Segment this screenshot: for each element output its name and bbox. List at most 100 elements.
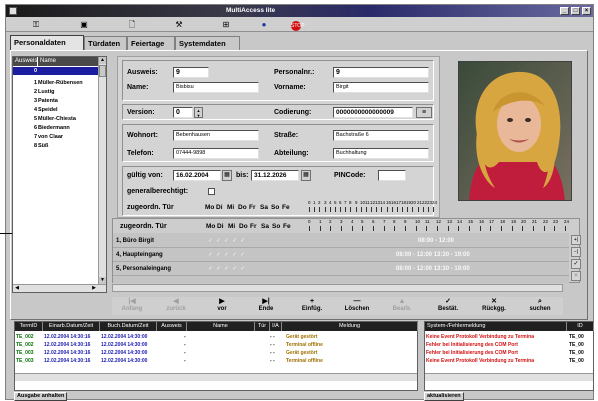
list-item-name: von Claar bbox=[38, 134, 64, 140]
anfang-button[interactable]: |◀ Anfang bbox=[112, 297, 152, 315]
new-doc-icon[interactable]: 🗋 bbox=[126, 19, 138, 30]
list-item[interactable]: 4 Speidel bbox=[13, 106, 99, 114]
tab-feiertage[interactable]: Feiertage bbox=[127, 36, 175, 50]
einfuegen-button[interactable]: + Einfüg. bbox=[292, 297, 332, 315]
list-header-ausweis[interactable]: Ausweis bbox=[13, 57, 37, 66]
version-spinner-icon[interactable]: ▲ ▼ bbox=[194, 107, 203, 118]
wohnort-field[interactable]: Bebenhausen bbox=[173, 130, 259, 141]
hour-label: 2 bbox=[318, 200, 321, 205]
zurueck-button[interactable]: ◀ zurück bbox=[156, 297, 196, 315]
suchen-button[interactable]: ⌕ suchen bbox=[520, 297, 560, 315]
version-field[interactable]: 0 bbox=[173, 107, 193, 118]
ende-button[interactable]: ▶| Ende bbox=[246, 297, 286, 315]
col-einarb[interactable]: Einarb.Datum/Zeit bbox=[43, 322, 100, 331]
keys-icon[interactable]: ⚿ bbox=[30, 19, 42, 30]
generalberechtigt-checkbox[interactable] bbox=[208, 188, 215, 195]
add-row-icon[interactable]: +| bbox=[571, 235, 581, 245]
cell-ausweis: - bbox=[184, 342, 186, 348]
save-icon[interactable]: ▣ bbox=[78, 19, 90, 30]
calendar-icon[interactable]: ▦ bbox=[301, 170, 311, 181]
cell-ia: - - bbox=[270, 334, 275, 340]
rueckgaengig-button[interactable]: ✕ Rückgg. bbox=[474, 297, 514, 315]
close-button[interactable]: × bbox=[582, 7, 591, 15]
scroll-down-icon[interactable]: ▼ bbox=[99, 277, 106, 284]
bearbeiten-button[interactable]: ▲ Bearb. bbox=[382, 297, 422, 315]
bis-field[interactable]: 31.12.2026 bbox=[251, 170, 299, 181]
list-scrollbar-horizontal[interactable]: ◀ ▶ bbox=[13, 284, 106, 292]
door-row[interactable]: 1, Büro Birgit ✓✓✓✓✓ 08:00 - 12:00 bbox=[113, 235, 569, 248]
door-row[interactable]: 4, Haupteingang ✓✓✓✓✓ 08:00 - 12:00 13:3… bbox=[113, 249, 569, 262]
list-item-nr: 4 bbox=[33, 107, 37, 113]
day-checks[interactable]: ✓✓✓✓✓ bbox=[208, 237, 288, 246]
scroll-right-icon[interactable]: ▶ bbox=[90, 285, 98, 292]
list-item[interactable]: 2 Lustig bbox=[13, 88, 99, 96]
list-item[interactable]: 5 Müller-Chiesta bbox=[13, 115, 99, 123]
scroll-left-icon[interactable]: ◀ bbox=[13, 285, 21, 292]
tab-systemdaten[interactable]: Systemdaten bbox=[175, 36, 240, 50]
generalberechtigt-label: generalberechtigt: bbox=[127, 188, 189, 195]
col-tuer[interactable]: Tür bbox=[255, 322, 270, 331]
calendar-icon[interactable]: ▦ bbox=[222, 170, 232, 181]
tab-personaldaten[interactable]: Personaldaten bbox=[10, 35, 84, 50]
syslog-scrollbar-horizontal[interactable] bbox=[425, 373, 593, 381]
log-scrollbar-horizontal[interactable] bbox=[15, 373, 417, 381]
cell-message: Keine Event Protokoll Verbindung zu Term… bbox=[426, 358, 534, 364]
col-meldung[interactable]: Meldung bbox=[282, 322, 418, 331]
aktualisieren-button[interactable]: aktualisieren bbox=[424, 392, 464, 401]
col-ausweis[interactable]: Ausweis bbox=[157, 322, 187, 331]
list-item[interactable]: 6 Biedermann bbox=[13, 124, 99, 132]
day-checks[interactable]: ✓✓✓✓✓ bbox=[208, 251, 288, 260]
name-field[interactable]: Bisbisu bbox=[173, 82, 259, 93]
col-systemmeldung[interactable]: System-/Fehlermeldung bbox=[425, 322, 567, 331]
network-icon[interactable]: ⊞ bbox=[220, 19, 232, 30]
scroll-thumb[interactable] bbox=[99, 65, 106, 77]
list-header-name[interactable]: Name bbox=[38, 57, 99, 66]
list-item[interactable]: 1 Müller-Rübensen bbox=[13, 79, 99, 87]
grid-scrollbar-horizontal[interactable] bbox=[112, 284, 563, 292]
bestaetigen-button[interactable]: ✓ Bestät. bbox=[428, 297, 468, 315]
day-checks[interactable]: ✓✓✓✓✓ bbox=[208, 265, 288, 274]
list-scrollbar-vertical[interactable]: ▲ ▼ bbox=[98, 57, 106, 292]
col-termid[interactable]: TermID bbox=[15, 322, 43, 331]
check-icon[interactable]: ✓ bbox=[571, 259, 581, 269]
list-item[interactable]: 8 Süß bbox=[13, 142, 99, 150]
tab-tuerdaten[interactable]: Türdaten bbox=[84, 36, 127, 50]
vorname-field[interactable]: Birgit bbox=[333, 82, 429, 93]
list-item[interactable]: 7 von Claar bbox=[13, 133, 99, 141]
strasse-field[interactable]: Bachstraße 6 bbox=[333, 130, 429, 141]
telefon-field[interactable]: 07444-9898 bbox=[173, 148, 259, 159]
globe-icon[interactable]: ● bbox=[258, 19, 270, 30]
list-item[interactable]: 3 Patenta bbox=[13, 97, 99, 105]
abteilung-field[interactable]: Buchhaltung bbox=[333, 148, 429, 159]
loeschen-button[interactable]: — Löschen bbox=[337, 297, 377, 315]
tools-icon[interactable]: ⚒ bbox=[173, 19, 185, 30]
ausgabe-anhalten-button[interactable]: Ausgabe anhalten bbox=[14, 392, 68, 401]
minimize-button[interactable]: _ bbox=[560, 7, 569, 15]
remove-row-icon[interactable]: −| bbox=[571, 247, 581, 257]
col-name[interactable]: Name bbox=[187, 322, 255, 331]
stop-icon[interactable]: STOP bbox=[290, 19, 305, 31]
ausweis-field[interactable]: 9 bbox=[173, 67, 209, 78]
encoder-icon[interactable]: ≡ bbox=[416, 107, 432, 118]
list-item-selected[interactable]: 0 bbox=[13, 67, 99, 75]
col-ia[interactable]: I/A bbox=[270, 322, 282, 331]
personalnr-field[interactable]: 9 bbox=[333, 67, 429, 78]
codierung-field[interactable]: 0000000000000009 bbox=[333, 107, 413, 118]
hour-tick bbox=[314, 207, 315, 212]
maximize-button[interactable]: □ bbox=[571, 7, 580, 15]
gueltig-von-field[interactable]: 16.02.2004 bbox=[173, 170, 221, 181]
col-id[interactable]: ID bbox=[567, 322, 594, 331]
cancel-icon[interactable]: ✕ bbox=[571, 271, 581, 281]
vor-button[interactable]: ▶ vor bbox=[202, 297, 242, 315]
scroll-up-icon[interactable]: ▲ bbox=[99, 57, 106, 64]
col-buch[interactable]: Buch.Datum/Zeit bbox=[100, 322, 157, 331]
bearbeiten-label: Bearb. bbox=[392, 306, 412, 312]
door-row[interactable]: 5, Personaleingang ✓✓✓✓✓ 08:00 - 12:00 1… bbox=[113, 263, 569, 276]
system-log: System-/Fehlermeldung ID Keine Event Pro… bbox=[424, 321, 594, 391]
list-item-name: Patenta bbox=[38, 98, 58, 104]
hour-label: 24 bbox=[432, 200, 438, 205]
weekday-label: Fr bbox=[249, 204, 256, 211]
pincode-field[interactable] bbox=[378, 170, 406, 181]
cell-id: TE_00 bbox=[569, 357, 584, 365]
hour-tick bbox=[512, 226, 513, 231]
